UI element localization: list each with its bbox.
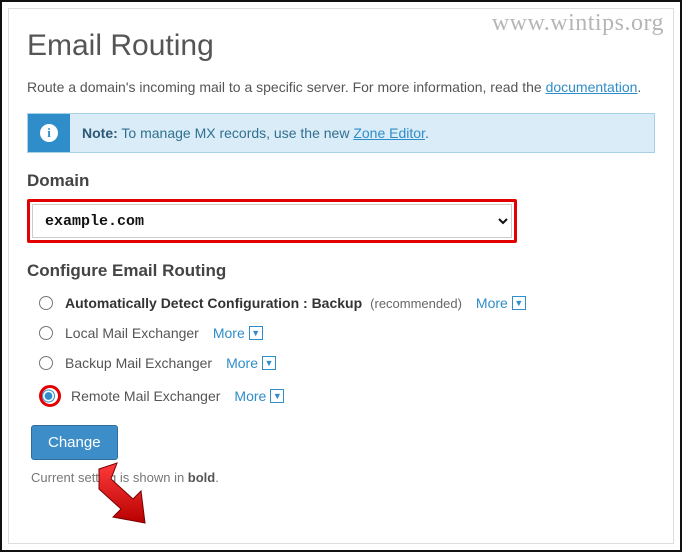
routing-radio-backup[interactable]: [39, 356, 53, 370]
page-description: Route a domain's incoming mail to a spec…: [27, 79, 655, 95]
current-note-suffix: .: [215, 470, 219, 485]
routing-option-remote[interactable]: Remote Mail Exchanger More ▼: [39, 385, 655, 407]
domain-select-highlight: example.com: [27, 199, 517, 243]
info-icon: i: [28, 114, 70, 152]
more-text-auto: More: [476, 295, 508, 311]
chevron-down-icon: ▼: [270, 389, 284, 403]
more-link-backup[interactable]: More ▼: [226, 355, 276, 371]
more-text-local: More: [213, 325, 245, 341]
routing-label-local: Local Mail Exchanger: [65, 325, 199, 341]
domain-label: Domain: [27, 171, 655, 191]
page-title: Email Routing: [27, 29, 655, 63]
routing-option-local[interactable]: Local Mail Exchanger More ▼: [39, 325, 655, 341]
documentation-link[interactable]: documentation: [546, 79, 638, 95]
more-text-backup: More: [226, 355, 258, 371]
routing-options: Automatically Detect Configuration : Bac…: [27, 295, 655, 407]
routing-option-auto[interactable]: Automatically Detect Configuration : Bac…: [39, 295, 655, 311]
info-note-label: Note:: [82, 125, 118, 141]
routing-radio-local[interactable]: [39, 326, 53, 340]
current-note-bold: bold: [188, 470, 215, 485]
email-routing-panel: Email Routing Route a domain's incoming …: [8, 8, 674, 544]
more-link-local[interactable]: More ▼: [213, 325, 263, 341]
info-text: Note: To manage MX records, use the new …: [70, 115, 441, 151]
info-text-after: .: [425, 125, 429, 141]
desc-suffix: .: [637, 79, 641, 95]
chevron-down-icon: ▼: [262, 356, 276, 370]
more-link-remote[interactable]: More ▼: [234, 388, 284, 404]
routing-label-remote: Remote Mail Exchanger: [71, 388, 220, 404]
routing-radio-remote[interactable]: [42, 389, 55, 403]
routing-radio-auto[interactable]: [39, 296, 53, 310]
routing-radio-remote-highlight: [39, 385, 61, 407]
current-setting-note: Current setting is shown in bold.: [31, 470, 655, 485]
domain-select[interactable]: example.com: [32, 204, 512, 238]
chevron-down-icon: ▼: [512, 296, 526, 310]
more-link-auto[interactable]: More ▼: [476, 295, 526, 311]
desc-text: Route a domain's incoming mail to a spec…: [27, 79, 546, 95]
more-text-remote: More: [234, 388, 266, 404]
current-note-prefix: Current setting is shown in: [31, 470, 188, 485]
change-button[interactable]: Change: [31, 425, 118, 460]
info-callout: i Note: To manage MX records, use the ne…: [27, 113, 655, 153]
routing-option-backup[interactable]: Backup Mail Exchanger More ▼: [39, 355, 655, 371]
info-icon-glyph: i: [40, 124, 58, 142]
routing-label-backup: Backup Mail Exchanger: [65, 355, 212, 371]
routing-rec-auto: (recommended): [370, 296, 462, 311]
routing-label-auto: Automatically Detect Configuration : Bac…: [65, 295, 362, 311]
configure-label: Configure Email Routing: [27, 261, 655, 281]
zone-editor-link[interactable]: Zone Editor: [353, 125, 425, 141]
chevron-down-icon: ▼: [249, 326, 263, 340]
info-text-before: To manage MX records, use the new: [118, 125, 354, 141]
